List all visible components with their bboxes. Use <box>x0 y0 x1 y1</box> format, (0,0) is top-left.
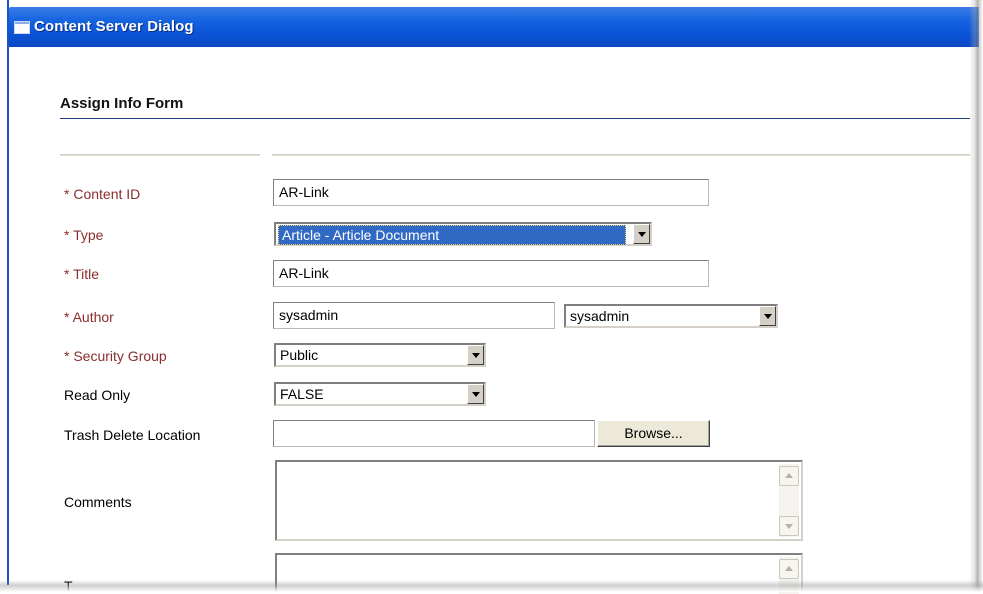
content-id-label: * Content ID <box>64 186 141 202</box>
comments-label: Comments <box>64 494 132 510</box>
security-group-select-value: Public <box>280 347 319 363</box>
read-only-select-value: FALSE <box>280 386 324 402</box>
comments-textarea[interactable] <box>275 460 803 541</box>
read-only-label: Read Only <box>64 387 131 403</box>
author-select-value: sysadmin <box>570 308 630 324</box>
section-divider-left <box>60 154 260 156</box>
security-group-label: * Security Group <box>64 348 167 364</box>
title-input[interactable]: AR-Link <box>273 260 709 287</box>
read-only-select[interactable]: FALSE <box>274 382 486 406</box>
type-label: * Type <box>64 227 104 243</box>
trash-delete-location-label: Trash Delete Location <box>64 427 201 443</box>
form-heading: Assign Info Form <box>60 95 184 112</box>
app-window-icon <box>14 21 30 34</box>
dropdown-arrow-icon[interactable] <box>467 345 484 365</box>
type-select[interactable]: Article - Article Document <box>274 222 652 246</box>
torn-edge-right <box>969 0 983 592</box>
scroll-up-icon[interactable] <box>779 559 799 579</box>
author-label: * Author <box>64 309 114 325</box>
section-divider-right <box>272 154 970 156</box>
dropdown-arrow-icon[interactable] <box>633 224 650 244</box>
author-input[interactable]: sysadmin <box>273 302 555 329</box>
trash-delete-location-input[interactable] <box>273 420 595 447</box>
scroll-up-icon[interactable] <box>779 466 799 486</box>
content-id-input[interactable]: AR-Link <box>273 179 709 206</box>
security-group-select[interactable]: Public <box>274 343 486 367</box>
heading-divider <box>60 118 970 119</box>
title-bar[interactable]: Content Server Dialog <box>9 7 979 47</box>
comments-scrollbar[interactable] <box>779 464 799 537</box>
browse-button[interactable]: Browse... <box>597 420 710 447</box>
type-select-value: Article - Article Document <box>278 225 626 245</box>
window-title: Content Server Dialog <box>34 18 194 35</box>
dropdown-arrow-icon[interactable] <box>759 306 776 326</box>
torn-edge-bottom <box>0 580 983 592</box>
title-label: * Title <box>64 266 100 282</box>
dropdown-arrow-icon[interactable] <box>467 384 484 404</box>
author-select[interactable]: sysadmin <box>564 304 778 328</box>
scroll-down-icon[interactable] <box>779 516 799 536</box>
